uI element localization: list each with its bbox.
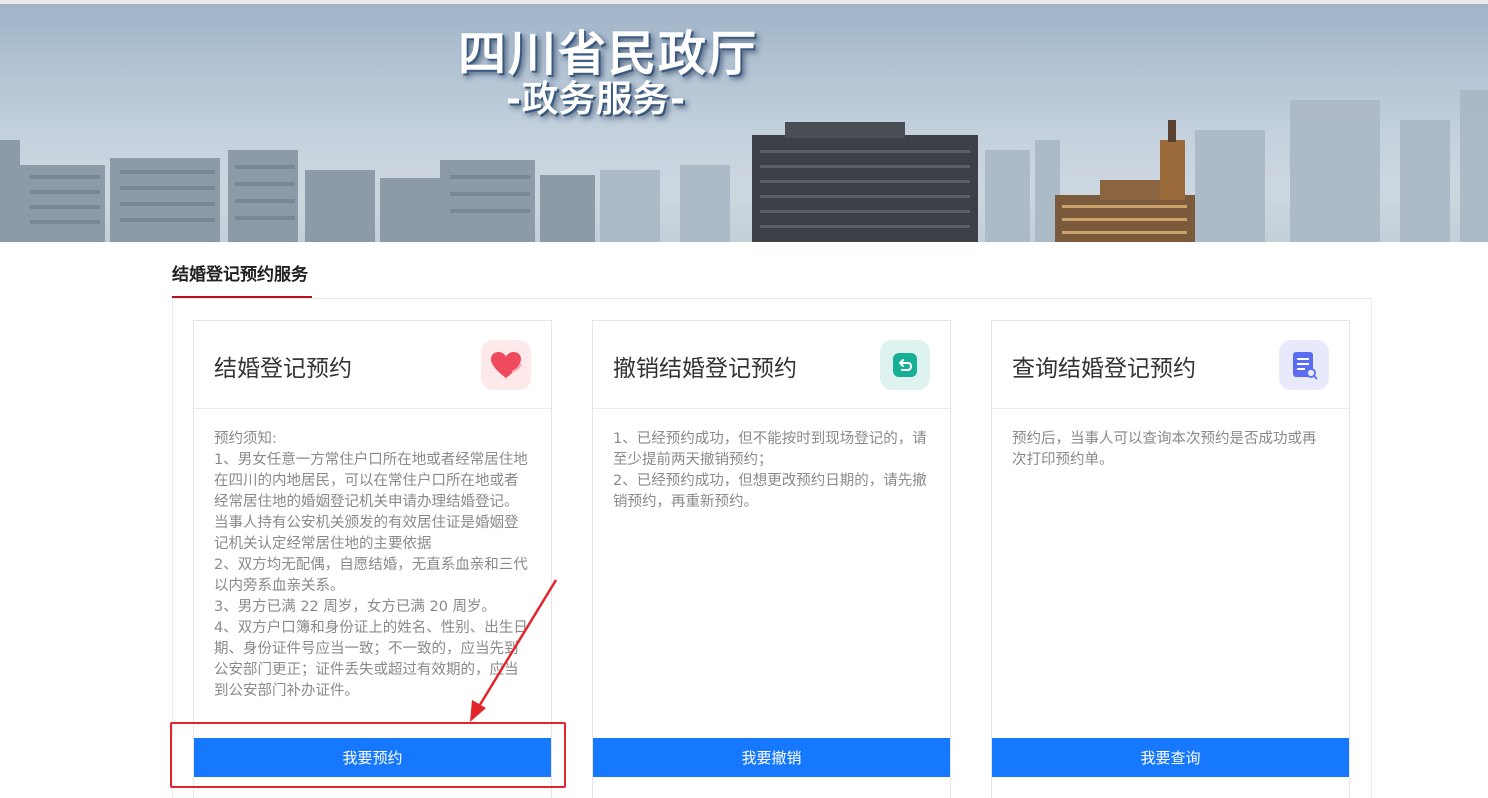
card-description: 预约后，当事人可以查询本次预约是否成功或再次打印预约单。: [1012, 431, 1317, 468]
card-header: 结婚登记预约: [194, 321, 551, 409]
card-query-appointment: 查询结婚登记预约 预约后，当事人可以查询本次预约是否成功或再次打印预约单。 我要…: [991, 320, 1350, 798]
card-title: 查询结婚登记预约: [1012, 356, 1196, 382]
card-description: 预约须知: 1、男女任意一方常住户口所在地或者经常居住地在四川的内地居民，可以在…: [214, 431, 528, 699]
undo-icon: [880, 340, 930, 390]
banner-subtitle: -政务服务-: [506, 79, 686, 120]
card-description: 1、已经预约成功，但不能按时到现场登记的，请至少提前两天撤销预约； 2、已经预约…: [613, 431, 927, 510]
header-banner: 四川省民政厅 -政务服务-: [0, 0, 1488, 242]
section-title: 结婚登记预约服务: [172, 262, 312, 298]
card-marriage-appointment: 结婚登记预约 预约须知: 1、男女任意一方常住户口所在地或者经常居住地在四川的内…: [193, 320, 552, 798]
card-title: 结婚登记预约: [214, 356, 352, 382]
query-button[interactable]: 我要查询: [992, 738, 1349, 777]
document-search-icon: [1279, 340, 1329, 390]
heart-icon: [481, 340, 531, 390]
card-header: 查询结婚登记预约: [992, 321, 1349, 409]
cancel-button[interactable]: 我要撤销: [593, 738, 950, 777]
card-header: 撤销结婚登记预约: [593, 321, 950, 409]
card-cancel-appointment: 撤销结婚登记预约 1、已经预约成功，但不能按时到现场登记的，请至少提前两天撤销预…: [592, 320, 951, 798]
card-title: 撤销结婚登记预约: [613, 356, 797, 382]
appointment-button[interactable]: 我要预约: [194, 738, 551, 777]
